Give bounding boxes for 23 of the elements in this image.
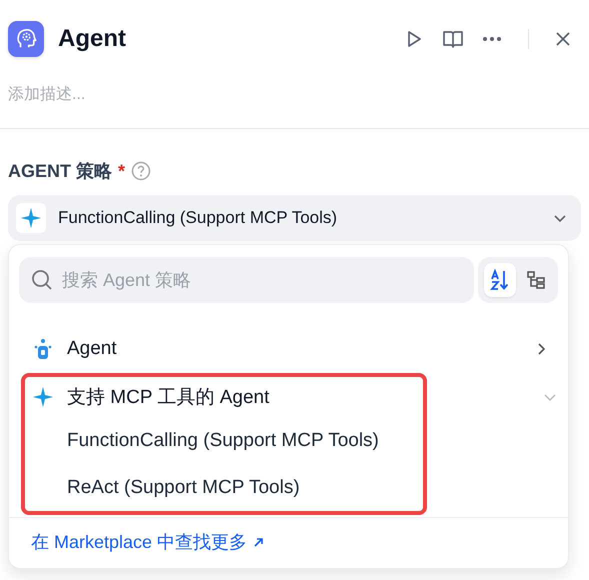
strategy-option[interactable]: ReAct (Support MCP Tools) bbox=[25, 464, 407, 511]
required-mark: * bbox=[118, 160, 126, 182]
search-icon bbox=[31, 269, 53, 291]
external-link-icon bbox=[253, 536, 264, 548]
sparkle-icon bbox=[20, 207, 42, 229]
strategy-option[interactable]: FunctionCalling (Support MCP Tools) bbox=[25, 417, 407, 464]
book-icon[interactable] bbox=[442, 29, 464, 49]
description-field[interactable]: 添加描述... bbox=[8, 84, 308, 106]
sort-button[interactable] bbox=[484, 263, 516, 297]
sparkle-icon bbox=[32, 386, 54, 408]
sort-icon bbox=[490, 269, 508, 290]
strategy-group[interactable]: 支持 MCP 工具的 Agent bbox=[25, 377, 563, 417]
strategy-group[interactable]: Agent bbox=[25, 329, 554, 369]
field-label: AGENT 策略 bbox=[8, 160, 112, 183]
tree-icon bbox=[527, 271, 545, 289]
close-icon[interactable] bbox=[555, 31, 571, 47]
search-field[interactable]: 搜索 Agent 策略 bbox=[19, 257, 474, 303]
agent-logo-icon bbox=[8, 21, 44, 57]
robot-icon bbox=[34, 338, 52, 360]
strategy-select[interactable]: FunctionCalling (Support MCP Tools) bbox=[8, 195, 581, 241]
marketplace-link[interactable]: 在 Marketplace 中查找更多 bbox=[31, 530, 248, 554]
node-title: Agent bbox=[58, 25, 127, 53]
more-icon[interactable] bbox=[482, 36, 502, 42]
